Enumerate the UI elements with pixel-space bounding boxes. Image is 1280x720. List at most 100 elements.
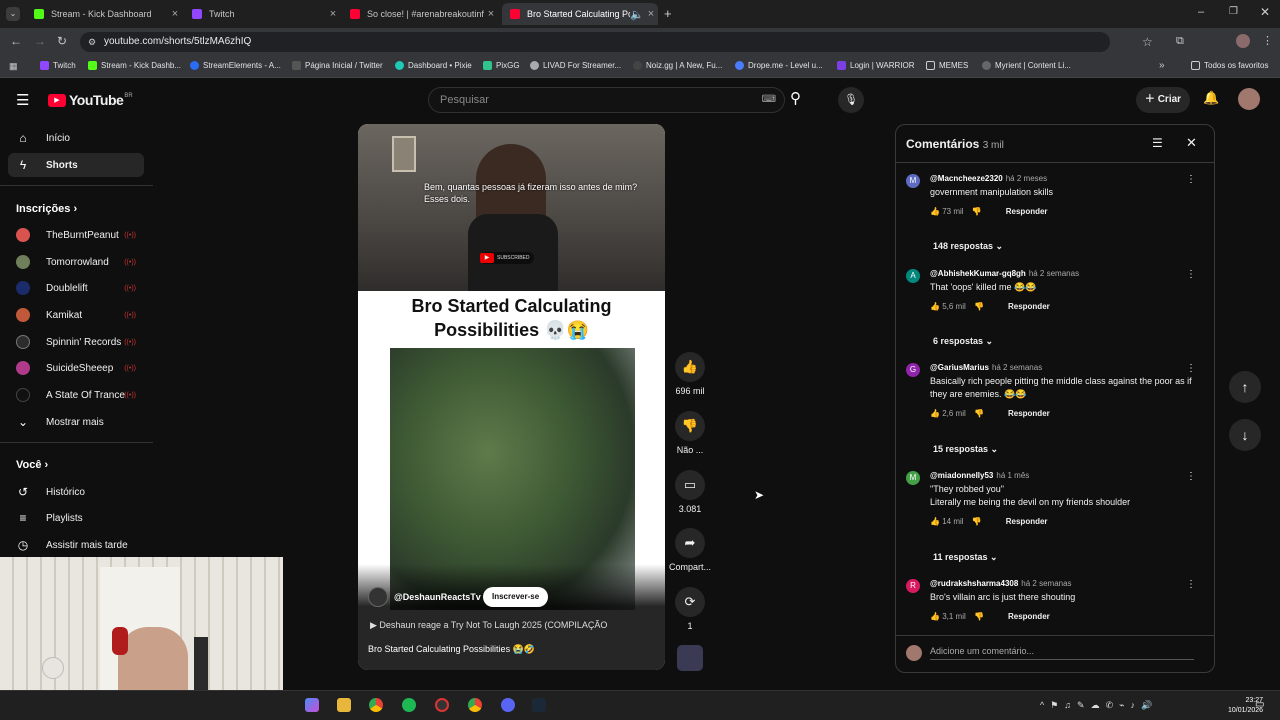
sidebar-item-channel[interactable]: Spinnin' Records ((•)) (8, 330, 144, 354)
channel-avatar[interactable] (368, 587, 388, 607)
sidebar-item-watch-later[interactable]: ◷ Assistir mais tarde (8, 533, 144, 557)
remix-button[interactable]: ⟳ 1 (668, 587, 712, 631)
subscriptions-heading[interactable]: Inscrições › (16, 203, 77, 215)
thumbs-up-icon[interactable]: 👍 (930, 517, 940, 526)
bookmark-warrior[interactable]: Login | WARRIOR (837, 61, 914, 70)
short-video-player[interactable]: Bem, quantas pessoas já fizeram isso ant… (358, 124, 665, 670)
speaker-icon[interactable]: 🔈 (630, 8, 644, 21)
thumbs-up-icon[interactable]: 👍 (930, 302, 940, 311)
sidebar-item-inicio[interactable]: ⌂ Início (8, 126, 144, 150)
hamburger-menu-icon[interactable]: ☰ (16, 91, 29, 109)
sidebar-item-channel[interactable]: TheBurntPeanut ((•)) (8, 223, 144, 247)
bookmark-folder-memes[interactable]: MEMES (926, 61, 968, 70)
bookmark-myrient[interactable]: Myrient | Content Li... (982, 61, 1071, 70)
sidebar-item-channel[interactable]: SuicideSheeep ((•)) (8, 356, 144, 380)
close-icon[interactable]: × (326, 8, 340, 20)
apps-icon[interactable]: ▦ (9, 61, 18, 72)
reply-button[interactable]: Responder (1008, 302, 1050, 311)
next-short-button[interactable]: ↓ (1229, 419, 1261, 451)
new-tab-button[interactable]: + (664, 6, 672, 21)
bookmark-streamelements[interactable]: StreamElements - A... (190, 61, 281, 70)
bookmark-kick[interactable]: Stream - Kick Dashb... (88, 61, 181, 70)
reply-button[interactable]: Responder (1006, 207, 1048, 216)
sidebar-item-channel[interactable]: Doublelift ((•)) (8, 276, 144, 300)
thumbs-down-icon[interactable]: 👎 (972, 207, 982, 216)
file-explorer-icon[interactable] (337, 698, 351, 712)
close-icon[interactable]: ✕ (1186, 135, 1197, 151)
more-options-icon[interactable]: ⋮ (1186, 174, 1196, 185)
obs-icon[interactable] (435, 698, 449, 712)
account-avatar[interactable] (1238, 88, 1260, 110)
copilot-icon[interactable] (305, 698, 319, 712)
more-options-icon[interactable]: ⋮ (1186, 579, 1196, 590)
thumbs-down-icon[interactable]: 👎 (974, 302, 984, 311)
sidebar-item-playlists[interactable]: ≡ Playlists (8, 506, 144, 530)
sidebar-item-channel[interactable]: Tomorrowland ((•)) (8, 250, 144, 274)
system-tray-icons[interactable]: ^⚑♫✎☁✆⌁♪🔊 (1040, 700, 1158, 711)
chrome-profile-icon[interactable] (468, 698, 482, 712)
tab-youtube-short[interactable]: Bro Started Calculating Pos 🔈 × (502, 3, 658, 25)
search-input[interactable]: Pesquisar ⌨ (428, 87, 785, 113)
close-icon[interactable]: × (168, 8, 182, 20)
replies-toggle[interactable]: 6 respostas ⌄ (933, 336, 993, 347)
back-button[interactable]: ← (10, 34, 22, 48)
steam-icon[interactable] (532, 698, 546, 712)
dislike-button[interactable]: 👎 Não ... (668, 411, 712, 455)
comment-avatar[interactable]: A (906, 269, 920, 283)
comment-author[interactable]: @GariusMarius há 2 semanas (930, 363, 1042, 372)
maximize-button[interactable]: ❐ (1229, 6, 1238, 17)
thumbs-up-icon[interactable]: 👍 (930, 409, 940, 418)
search-icon[interactable]: ⚲ (790, 89, 801, 107)
thumbs-down-icon[interactable]: 👎 (974, 612, 984, 621)
bookmark-twitch[interactable]: Twitch (40, 61, 76, 70)
create-button[interactable]: ＋ Criar (1136, 87, 1190, 113)
close-icon[interactable]: × (644, 8, 658, 20)
sidebar-show-more[interactable]: ⌄ Mostrar mais (8, 410, 144, 434)
share-button[interactable]: ➦ Compart... (668, 528, 712, 572)
bookmark-pixgg[interactable]: PixGG (483, 61, 520, 70)
bookmark-twitter[interactable]: Página Inicial / Twitter (292, 61, 383, 70)
replies-toggle[interactable]: 11 respostas ⌄ (933, 552, 998, 563)
reply-button[interactable]: Responder (1008, 409, 1050, 418)
minimize-button[interactable]: – (1198, 6, 1204, 18)
replies-toggle[interactable]: 148 respostas ⌄ (933, 241, 1003, 252)
notification-center-icon[interactable]: ▭ (1255, 699, 1264, 710)
bookmark-pixie[interactable]: Dashboard • Pixie (395, 61, 472, 70)
thumbs-up-icon[interactable]: 👍 (930, 612, 940, 621)
comment-author[interactable]: @miadonnelly53 há 1 mês (930, 471, 1029, 480)
bookmark-all-favorites[interactable]: Todos os favoritos (1191, 61, 1268, 70)
replies-toggle[interactable]: 15 respostas ⌄ (933, 444, 998, 455)
more-options-icon[interactable]: ⋮ (1186, 363, 1196, 374)
comment-avatar[interactable]: G (906, 363, 920, 377)
comment-avatar[interactable]: R (906, 579, 920, 593)
sidebar-item-channel[interactable]: A State Of Trance ((•)) (8, 383, 144, 407)
thumbs-up-icon[interactable]: 👍 (930, 207, 940, 216)
comment-author[interactable]: @rudrakshsharma4308 há 2 semanas (930, 579, 1072, 588)
thumbs-down-icon[interactable]: 👎 (974, 409, 984, 418)
youtube-logo[interactable]: ▶ YouTube BR (48, 92, 133, 108)
microphone-icon[interactable]: 🎙 (838, 87, 864, 113)
bookmark-star-icon[interactable]: ☆ (1142, 35, 1153, 49)
bookmark-noiz[interactable]: Noiz.gg | A New, Fu... (633, 61, 722, 70)
more-options-icon[interactable]: ⋮ (1186, 269, 1196, 280)
comment-author[interactable]: @AbhishekKumar-gq8gh há 2 semanas (930, 269, 1079, 278)
like-button[interactable]: 👍 696 mil (668, 352, 712, 396)
previous-short-button[interactable]: ↑ (1229, 371, 1261, 403)
subscribe-button[interactable]: Inscrever-se (483, 587, 549, 607)
close-icon[interactable]: × (484, 8, 498, 20)
sort-icon[interactable]: ☰ (1152, 136, 1163, 150)
comment-avatar[interactable]: M (906, 471, 920, 485)
reload-button[interactable]: ↻ (57, 34, 67, 48)
menu-icon[interactable]: ⋮ (1262, 34, 1273, 47)
comment-avatar[interactable]: M (906, 174, 920, 188)
tab-twitch[interactable]: Twitch × (184, 3, 340, 25)
more-options-icon[interactable]: ⋮ (1186, 471, 1196, 482)
keyboard-icon[interactable]: ⌨ (762, 88, 776, 112)
extensions-icon[interactable]: ⧉ (1176, 35, 1184, 48)
sidebar-item-channel[interactable]: Kamikat ((•)) (8, 303, 144, 327)
spotify-icon[interactable] (402, 698, 416, 712)
sidebar-item-shorts[interactable]: ϟ Shorts (8, 153, 144, 177)
forward-button[interactable]: → (34, 34, 46, 48)
thumbs-down-icon[interactable]: 👎 (972, 517, 982, 526)
tab-search-icon[interactable]: ⌄ (6, 7, 20, 21)
